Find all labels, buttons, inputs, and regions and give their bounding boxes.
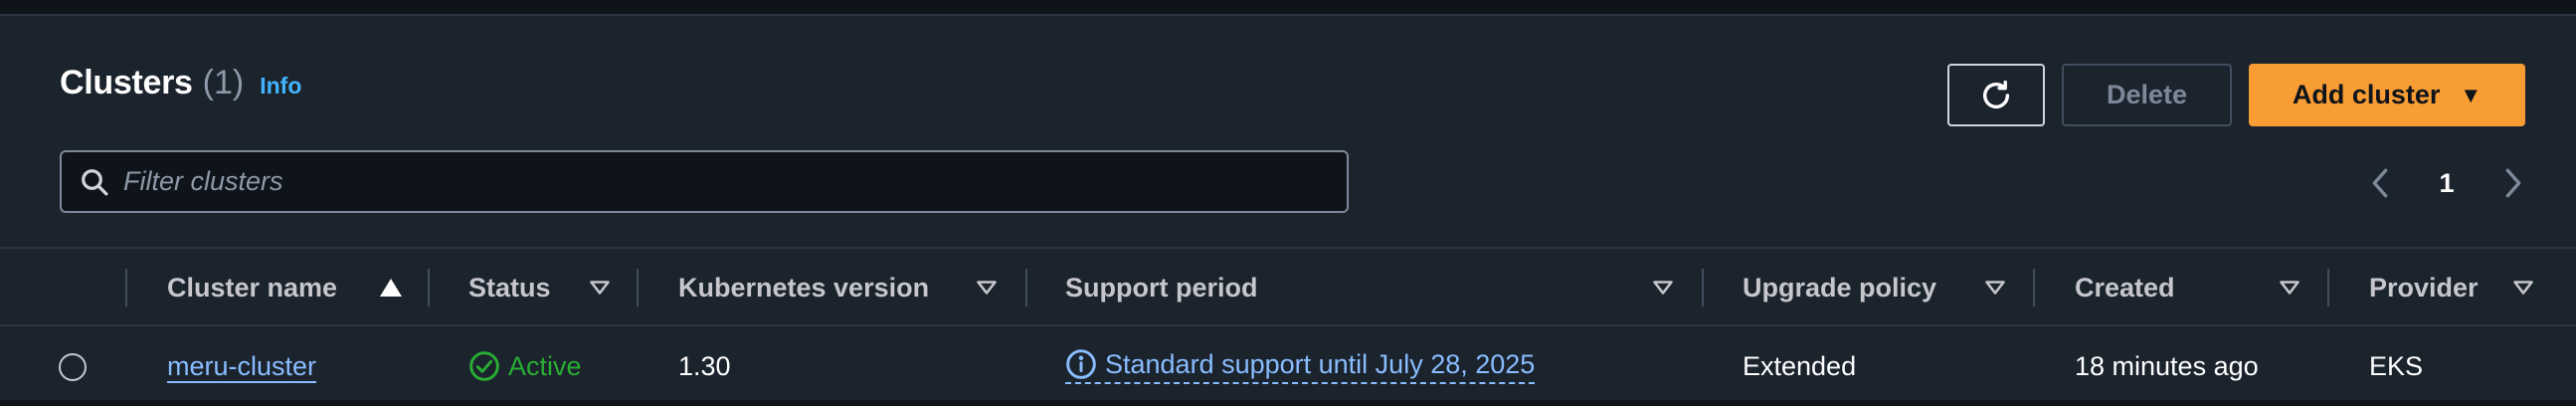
page-number[interactable]: 1: [2439, 168, 2454, 199]
status-text: Active: [508, 350, 582, 381]
sort-icon: [590, 281, 610, 295]
column-header-kubernetes-version[interactable]: Kubernetes version: [678, 249, 997, 326]
row-select-radio[interactable]: [59, 353, 87, 381]
filter-clusters-input[interactable]: [123, 166, 1347, 197]
column-header-created[interactable]: Created: [2075, 249, 2301, 326]
support-period-text: Standard support until July 28, 2025: [1105, 348, 1536, 379]
column-header-status[interactable]: Status: [468, 249, 618, 326]
refresh-icon: [1982, 80, 2010, 108]
column-header-label: Support period: [1065, 272, 1258, 303]
sort-icon: [2280, 281, 2300, 295]
column-header-cluster-name[interactable]: Cluster name: [167, 249, 406, 326]
column-divider: [2327, 269, 2329, 306]
created-value: 18 minutes ago: [2075, 350, 2259, 381]
kubernetes-version-value: 1.30: [678, 350, 731, 381]
provider-value: EKS: [2369, 350, 2424, 381]
search-icon: [82, 168, 108, 195]
add-cluster-button[interactable]: Add cluster ▼: [2249, 64, 2525, 126]
column-header-label: Cluster name: [167, 272, 338, 303]
cluster-count: (1): [202, 64, 245, 102]
info-icon: [1066, 349, 1096, 379]
add-cluster-label: Add cluster: [2292, 80, 2441, 109]
cell-status: Active: [468, 326, 582, 406]
clusters-panel: Clusters (1) Info Delete Add cluster ▼ F…: [0, 14, 2576, 400]
caret-down-icon: ▼: [2460, 82, 2483, 107]
cell-upgrade-policy: Extended: [1743, 326, 1856, 406]
refresh-button[interactable]: [1947, 64, 2045, 126]
column-header-label: Created: [2075, 272, 2175, 303]
table-row: meru-cluster Active 1.30 Standard suppor…: [0, 326, 2576, 406]
column-header-label: Kubernetes version: [678, 272, 930, 303]
column-header-provider[interactable]: Provider: [2369, 249, 2548, 326]
upgrade-policy-value: Extended: [1743, 350, 1857, 381]
sort-ascending-icon: [380, 279, 402, 297]
panel-header: Clusters (1) Info: [60, 64, 301, 123]
sort-icon: [1653, 281, 1673, 295]
chevron-left-icon[interactable]: [2367, 166, 2393, 200]
cell-kubernetes-version: 1.30: [678, 326, 731, 406]
filter-field[interactable]: [60, 150, 1349, 213]
cell-support-period: Standard support until July 28, 2025: [1065, 326, 1536, 406]
sort-icon: [1985, 281, 2005, 295]
pagination: 1: [2367, 161, 2526, 205]
page-title: Clusters: [60, 64, 193, 102]
delete-button[interactable]: Delete: [2062, 64, 2232, 126]
info-link[interactable]: Info: [260, 73, 301, 100]
column-header-label: Upgrade policy: [1743, 272, 1937, 303]
sort-icon: [977, 281, 997, 295]
chevron-right-icon[interactable]: [2500, 166, 2526, 200]
sort-icon: [2513, 281, 2533, 295]
page: Clusters (1) Info Delete Add cluster ▼ F…: [0, 0, 2576, 400]
table-header: Cluster name Status Kubernetes version S…: [0, 247, 2576, 326]
column-divider: [637, 269, 639, 306]
check-circle-icon: [469, 351, 499, 381]
cell-provider: EKS: [2369, 326, 2423, 406]
column-divider: [1025, 269, 1027, 306]
column-divider: [428, 269, 430, 306]
delete-button-label: Delete: [2106, 80, 2188, 109]
column-header-support-period[interactable]: Support period: [1065, 249, 1674, 326]
column-divider: [2033, 269, 2035, 306]
column-header-label: Provider: [2369, 272, 2479, 303]
cluster-name-link[interactable]: meru-cluster: [167, 351, 316, 382]
column-header-label: Status: [468, 272, 551, 303]
column-header-upgrade-policy[interactable]: Upgrade policy: [1743, 249, 2009, 326]
column-divider: [1702, 269, 1704, 306]
cell-created: 18 minutes ago: [2075, 326, 2259, 406]
column-divider: [125, 269, 127, 306]
cell-cluster-name: meru-cluster: [167, 326, 316, 406]
support-period-popover[interactable]: Standard support until July 28, 2025: [1065, 348, 1536, 384]
